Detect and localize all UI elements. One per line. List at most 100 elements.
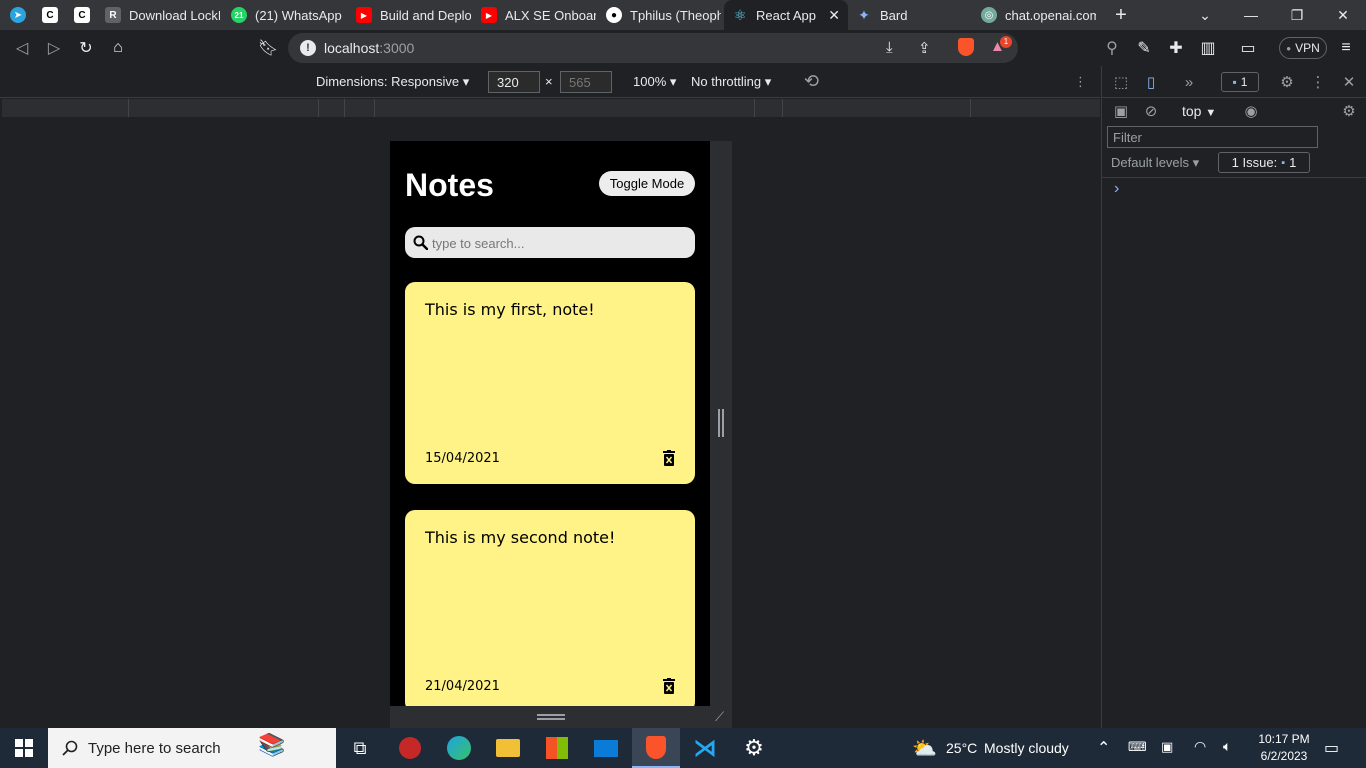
extension-pin-icon[interactable]: ⚲: [1102, 38, 1122, 58]
wifi-icon[interactable]: ◠: [1194, 738, 1206, 755]
tab-telegram[interactable]: ➤: [10, 0, 32, 30]
media-segment[interactable]: [129, 99, 319, 117]
more-options-icon[interactable]: ⋮: [1309, 73, 1327, 91]
height-input[interactable]: 565: [560, 71, 612, 93]
search-bar[interactable]: [405, 227, 695, 258]
close-icon[interactable]: ✕: [1340, 73, 1358, 91]
media-segment[interactable]: [345, 99, 375, 117]
meet-now-icon[interactable]: ▣: [1161, 739, 1173, 755]
tab-alx-onboard[interactable]: ▶ ALX SE Onboard: [481, 0, 596, 30]
url-text[interactable]: localhost:3000: [324, 40, 414, 56]
volume-icon[interactable]: 🔈︎: [1223, 738, 1231, 755]
rotate-icon[interactable]: ⟲: [804, 71, 819, 92]
clear-console-icon[interactable]: ⊘: [1142, 102, 1160, 120]
tab-build-and-deploy[interactable]: ▶ Build and Deploy: [356, 0, 471, 30]
forward-icon[interactable]: ▷: [44, 38, 64, 58]
width-input[interactable]: 320: [488, 71, 540, 93]
search-input[interactable]: [432, 233, 687, 253]
share-icon[interactable]: ⇪: [918, 39, 931, 57]
taskbar-app-explorer[interactable]: [484, 728, 532, 768]
more-tabs-icon[interactable]: »: [1180, 73, 1198, 91]
corner-resize-icon[interactable]: ⟋: [715, 709, 724, 725]
input-method-icon[interactable]: ⌨: [1128, 739, 1147, 755]
settings-icon[interactable]: ⚙: [730, 728, 778, 768]
taskbar-search-box[interactable]: Type here to search 📚: [48, 728, 336, 768]
context-selector[interactable]: top ▼: [1182, 103, 1216, 119]
taskbar-app-mail[interactable]: [582, 728, 630, 768]
resize-handle-right[interactable]: [710, 141, 732, 706]
install-icon[interactable]: ⤓: [886, 39, 893, 56]
home-icon[interactable]: ⌂: [108, 38, 128, 58]
tab-c-app-2[interactable]: C: [74, 0, 96, 30]
tab-react-app[interactable]: ⚛ React App ✕: [724, 0, 848, 30]
info-icon[interactable]: !: [300, 40, 316, 56]
reload-icon[interactable]: ↻: [76, 38, 96, 58]
delete-icon[interactable]: [663, 678, 675, 694]
clock[interactable]: 10:17 PM 6/2/2023: [1258, 732, 1310, 763]
taskbar-app-shield[interactable]: [386, 728, 434, 768]
task-view-icon[interactable]: ⧉: [336, 728, 384, 768]
taskbar-app-brave[interactable]: [632, 728, 680, 768]
throttling-dropdown[interactable]: No throttling ▾: [691, 74, 771, 90]
more-options-icon[interactable]: ⋮: [1074, 74, 1087, 90]
taskbar-app-edge[interactable]: [435, 728, 483, 768]
close-window-button[interactable]: ✕: [1320, 0, 1366, 30]
brave-shield-icon[interactable]: [958, 38, 974, 56]
dimensions-dropdown[interactable]: Dimensions: Responsive ▾: [316, 74, 469, 90]
resize-handle-bottom[interactable]: ⟋: [390, 706, 732, 728]
media-segment[interactable]: [319, 99, 345, 117]
media-segment[interactable]: [783, 99, 971, 117]
pen-icon[interactable]: ✎: [1134, 38, 1154, 58]
address-bar[interactable]: ! localhost:3000 ⤓ ⇪ ▲ 1: [288, 33, 1018, 63]
tab-c-app-1[interactable]: C: [42, 0, 64, 30]
sidebar-icon[interactable]: ▥: [1198, 38, 1218, 58]
weather-description[interactable]: Mostly cloudy: [984, 740, 1069, 756]
minimize-button[interactable]: —: [1228, 0, 1274, 30]
toggle-mode-button[interactable]: Toggle Mode: [599, 171, 695, 196]
tab-github[interactable]: ● Tphilus (Theophi: [606, 0, 721, 30]
issues-button[interactable]: 1 Issue: ▪ 1: [1218, 152, 1310, 173]
extensions-icon[interactable]: ✚: [1166, 38, 1186, 58]
chevron-up-icon[interactable]: ⌃: [1097, 738, 1110, 758]
log-levels-dropdown[interactable]: Default levels ▾: [1111, 155, 1199, 171]
filter-input[interactable]: [1107, 126, 1318, 148]
tab-openai[interactable]: ◎ chat.openai.com: [981, 0, 1096, 30]
vpn-button[interactable]: ● VPN: [1279, 37, 1327, 59]
media-segment[interactable]: [971, 99, 1100, 117]
close-icon[interactable]: ✕: [828, 7, 840, 24]
issues-counter[interactable]: ▪ 1: [1221, 72, 1259, 92]
start-button[interactable]: [0, 728, 48, 768]
back-icon[interactable]: ◁: [12, 38, 32, 58]
notifications-icon[interactable]: ▭: [1324, 738, 1339, 758]
settings-icon[interactable]: ⚙: [1278, 73, 1296, 91]
tab-whatsapp[interactable]: 21 (21) WhatsApp: [231, 0, 346, 30]
weather-temperature[interactable]: 25°C: [946, 740, 977, 756]
console-settings-icon[interactable]: ⚙: [1340, 102, 1358, 120]
restore-button[interactable]: ❐: [1274, 0, 1320, 30]
weather-cloud-icon[interactable]: ⛅: [912, 736, 937, 761]
device-toggle-icon[interactable]: ▯: [1142, 73, 1160, 91]
new-tab-button[interactable]: +: [1098, 0, 1144, 30]
openai-icon: ◎: [981, 7, 997, 23]
note-text: This is my second note!: [425, 528, 616, 547]
menu-icon[interactable]: ≡: [1336, 38, 1356, 58]
delete-icon[interactable]: [663, 450, 675, 466]
media-segment[interactable]: [375, 99, 755, 117]
tab-bard[interactable]: ✦ Bard: [856, 0, 971, 30]
media-query-bar[interactable]: [2, 99, 1100, 117]
sidebar-toggle-icon[interactable]: ▣: [1112, 102, 1130, 120]
bookmark-icon[interactable]: 🔖︎: [258, 38, 278, 58]
wallet-icon[interactable]: ▭: [1238, 38, 1258, 58]
taskbar-app-store[interactable]: [533, 728, 581, 768]
inspect-element-icon[interactable]: ⬚: [1112, 73, 1130, 91]
console-prompt[interactable]: ›: [1114, 180, 1119, 198]
media-segment[interactable]: [2, 99, 129, 117]
tab-download-lockd[interactable]: R Download LockD: [105, 0, 220, 30]
media-segment[interactable]: [755, 99, 783, 117]
levels-label: Default levels: [1111, 155, 1190, 170]
live-expression-eye-icon[interactable]: ◉: [1242, 102, 1260, 120]
tab-label: Build and Deploy: [380, 7, 471, 23]
zoom-dropdown[interactable]: 100% ▾: [633, 74, 676, 90]
taskbar-app-vscode[interactable]: ⋊: [681, 728, 729, 768]
tab-search-button[interactable]: ⌄: [1182, 0, 1228, 30]
